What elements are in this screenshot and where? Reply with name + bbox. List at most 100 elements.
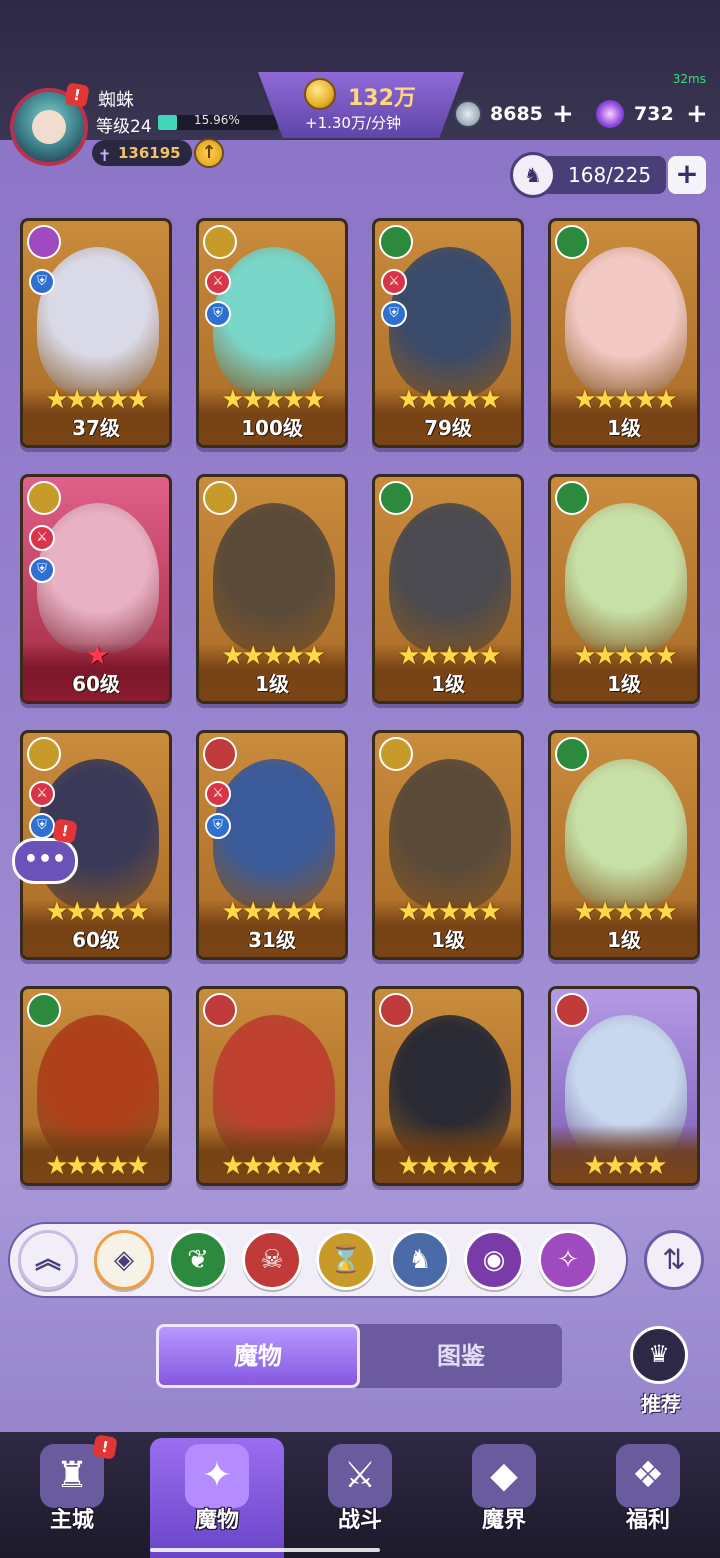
star-rating: ★★★★★ <box>397 641 502 671</box>
nav-item-sword[interactable]: ⚔ 战斗 <box>300 1440 420 1558</box>
monster-card[interactable]: ⚔ ⛨ ★ 60级 <box>20 474 172 704</box>
star-rating: ★ <box>85 641 109 671</box>
monster-card[interactable]: ⚔ ⛨ ★★★★★ 79级 <box>372 218 524 448</box>
nav-item-chest[interactable]: ❖ 福利 <box>588 1440 708 1558</box>
monster-card[interactable]: ★★★★ <box>548 986 700 1186</box>
monster-portrait <box>389 759 511 909</box>
monster-card[interactable]: ★★★★★ 1级 <box>196 474 348 704</box>
tab-codex[interactable]: 图鉴 <box>360 1324 562 1388</box>
view-tabs: 魔物 图鉴 <box>156 1324 562 1388</box>
recommend-button[interactable]: ♛ <box>630 1326 688 1384</box>
sword-power-icon: ✝ <box>98 146 112 165</box>
star-rating: ★★★★★ <box>397 1151 502 1181</box>
monster-card[interactable]: ★★★★★ 1级 <box>548 218 700 448</box>
player-name: 蜘蛛 <box>98 90 134 111</box>
gem-icon <box>454 100 482 128</box>
monster-level: 1级 <box>607 416 641 440</box>
leaf-icon <box>379 481 413 515</box>
filter-demon-icon[interactable]: ☠ <box>242 1230 302 1290</box>
monster-portrait <box>565 503 687 653</box>
monster-card[interactable]: ★★★★★ 1级 <box>548 730 700 960</box>
demon-icon <box>203 993 237 1027</box>
avatar-face <box>32 110 66 144</box>
monster-level: 1级 <box>607 672 641 696</box>
nav-castle-alert-badge: ! <box>92 1434 118 1460</box>
leaf-icon <box>379 225 413 259</box>
capacity-value: 168/225 <box>568 163 652 187</box>
monster-card[interactable]: ★★★★★ 1级 <box>372 474 524 704</box>
portal-icon: ◆ <box>472 1444 536 1508</box>
monster-portrait <box>565 759 687 909</box>
star-rating: ★★★★★ <box>45 1151 150 1181</box>
nav-item-portal[interactable]: ◆ 魔界 <box>444 1440 564 1558</box>
monster-card[interactable]: ★★★★★ <box>196 986 348 1186</box>
nav-item-castle[interactable]: ♜ 主城 <box>12 1440 132 1558</box>
monster-card[interactable]: ⚔ ⛨ ★★★★★ 100级 <box>196 218 348 448</box>
monster-level: 1级 <box>431 928 465 952</box>
nav-label: 魔界 <box>481 1508 526 1533</box>
monster-portrait <box>389 503 511 653</box>
fps-readout: 32ms <box>672 72 706 86</box>
monster-card[interactable]: ⛨ ★★★★★ 37级 <box>20 218 172 448</box>
chest-icon: ❖ <box>616 1444 680 1508</box>
nav-label: 主城 <box>49 1508 94 1533</box>
star-add-button[interactable]: + <box>686 98 708 130</box>
attack-role-icon: ⚔ <box>205 781 231 807</box>
monster-portrait <box>37 503 159 653</box>
filter-dragon-icon[interactable]: ♞ <box>390 1230 450 1290</box>
attack-role-icon: ⚔ <box>205 269 231 295</box>
demon-icon <box>379 993 413 1027</box>
defense-role-icon: ⛨ <box>381 301 407 327</box>
hourglass-icon <box>379 737 413 771</box>
demon-icon <box>555 993 589 1027</box>
capacity-add-button[interactable]: + <box>668 156 706 194</box>
star-rating: ★★★★★ <box>221 385 326 415</box>
avatar-alert-badge: ! <box>64 82 90 108</box>
nav-label: 福利 <box>625 1508 670 1533</box>
gold-coin-icon <box>304 78 336 110</box>
filter-hourglass-icon[interactable]: ⌛ <box>316 1230 376 1290</box>
monster-card[interactable]: ★★★★★ 1级 <box>372 730 524 960</box>
filter-leaf-icon[interactable]: ❦ <box>168 1230 228 1290</box>
filter-spiral-icon[interactable]: ✧ <box>538 1230 598 1290</box>
monster-portrait <box>37 247 159 397</box>
gem-add-button[interactable]: + <box>552 98 574 130</box>
monster-card[interactable]: ★★★★★ <box>372 986 524 1186</box>
star-crystal-icon <box>596 100 624 128</box>
filter-eye-icon[interactable]: ◉ <box>464 1230 524 1290</box>
star-rating: ★★★★★ <box>397 385 502 415</box>
star-rating: ★★★★★ <box>573 641 678 671</box>
hourglass-icon <box>203 225 237 259</box>
nav-label: 魔物 <box>194 1508 239 1533</box>
monster-portrait <box>213 503 335 653</box>
monster-level: 1级 <box>607 928 641 952</box>
monster-capacity: 168/225 <box>540 156 666 194</box>
capacity-icon: ♞ <box>510 152 556 198</box>
star-rating: ★★★★★ <box>45 385 150 415</box>
monster-card[interactable]: ★★★★★ 1级 <box>548 474 700 704</box>
leaf-icon <box>555 481 589 515</box>
power-upgrade-button[interactable]: ↑ <box>194 138 224 168</box>
monster-card[interactable]: ⚔ ⛨ ★★★★★ 31级 <box>196 730 348 960</box>
nav-label: 战斗 <box>337 1508 382 1533</box>
monster-level: 60级 <box>72 928 120 952</box>
sword-icon: ⚔ <box>328 1444 392 1508</box>
nav-item-flame[interactable]: ✦ 魔物 <box>157 1440 277 1558</box>
sort-button[interactable]: ⇅ <box>644 1230 704 1290</box>
power-display: ✝ 136195 <box>92 140 192 166</box>
xp-bar-fill <box>158 115 178 130</box>
home-indicator <box>150 1548 380 1552</box>
chat-bubble-button[interactable]: ••• <box>12 838 78 884</box>
flame-icon: ✦ <box>185 1444 249 1508</box>
gold-rate: +1.30万/分钟 <box>305 114 402 132</box>
demon-icon <box>203 737 237 771</box>
star-rating: ★★★★ <box>583 1151 667 1181</box>
filter-chevron-up-icon[interactable]: ︽ <box>18 1230 78 1290</box>
monster-portrait <box>213 247 335 397</box>
filter-all-icon[interactable]: ◈ <box>94 1230 154 1290</box>
monster-card[interactable]: ★★★★★ <box>20 986 172 1186</box>
tab-monsters[interactable]: 魔物 <box>156 1324 360 1388</box>
xp-percent: 15.96% <box>194 113 240 127</box>
defense-role-icon: ⛨ <box>29 269 55 295</box>
attack-role-icon: ⚔ <box>381 269 407 295</box>
